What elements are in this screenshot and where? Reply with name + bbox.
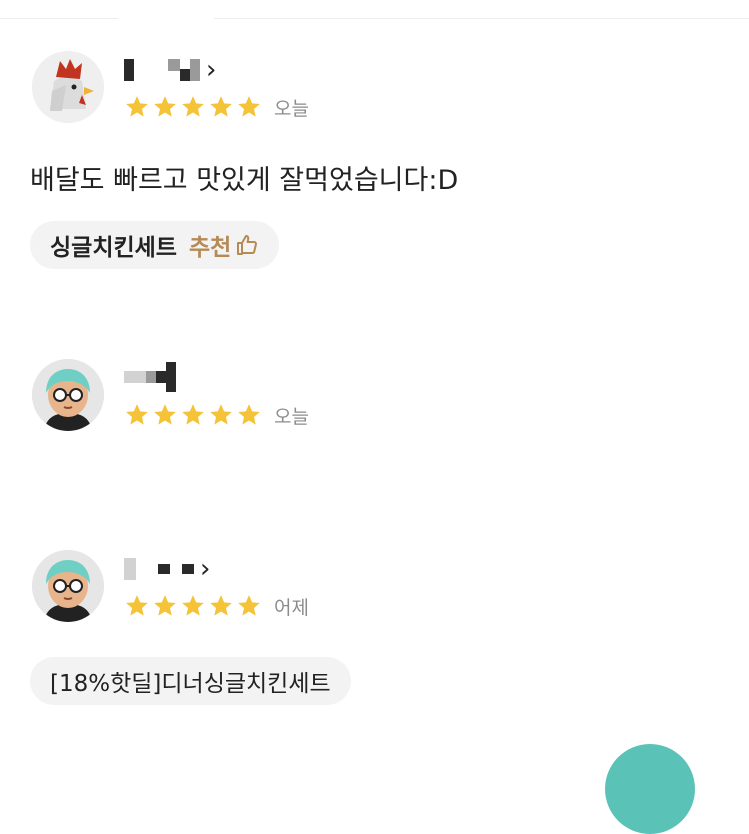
masked-name-block [124, 59, 134, 81]
masked-name-block [166, 362, 176, 392]
menu-name: 싱글치킨세트 [50, 235, 177, 261]
masked-name-block [168, 59, 180, 71]
masked-name-block [180, 69, 190, 81]
masked-name-block [146, 371, 156, 383]
chevron-right-icon: › [206, 55, 217, 85]
star-rating [124, 402, 262, 428]
review-text: 배달도 빠르고 맛있게 잘먹었습니다:D [30, 165, 459, 196]
star-icon [126, 404, 148, 425]
reviewer-name[interactable]: › [124, 554, 210, 584]
review-date: 어제 [274, 596, 309, 619]
star-icon [126, 96, 148, 117]
review-date: 오늘 [274, 405, 309, 428]
ordered-menu-chip[interactable]: 싱글치킨세트 추천 [30, 221, 280, 269]
reviewer-name[interactable] [124, 362, 176, 392]
top-divider [0, 18, 749, 19]
star-icon [210, 96, 232, 117]
review-meta: 어제 [124, 593, 309, 619]
star-rating [124, 94, 262, 120]
masked-name-block [124, 558, 136, 580]
star-icon [154, 404, 176, 425]
review-meta: 오늘 [124, 94, 309, 120]
star-icon [182, 96, 204, 117]
reviewer-name[interactable]: › [124, 55, 216, 85]
star-icon [154, 96, 176, 117]
star-rating [124, 593, 262, 619]
masked-name-block [158, 564, 170, 574]
thumbs-up-icon [237, 235, 258, 255]
star-icon [238, 96, 260, 117]
tab-indicator [118, 14, 214, 22]
star-icon [210, 595, 232, 616]
floating-action-button[interactable] [605, 744, 695, 834]
masked-name-block [182, 564, 194, 574]
star-icon [238, 404, 260, 425]
masked-name-block [124, 371, 146, 383]
chicken-avatar[interactable] [32, 51, 104, 123]
person-avatar[interactable] [32, 359, 104, 431]
star-icon [182, 404, 204, 425]
star-icon [154, 595, 176, 616]
review-meta: 오늘 [124, 402, 309, 428]
recommend-label: 추천 [188, 235, 232, 261]
star-icon [238, 595, 260, 616]
masked-name-block [156, 371, 166, 383]
star-icon [182, 595, 204, 616]
person-avatar[interactable] [32, 550, 104, 622]
ordered-menu-chip[interactable]: [18%핫딜]디너싱글치킨세트 [30, 657, 351, 705]
review-date: 오늘 [274, 97, 309, 120]
menu-name: [18%핫딜]디너싱글치킨세트 [50, 671, 331, 697]
chevron-right-icon: › [200, 554, 211, 584]
masked-name-block [190, 59, 200, 81]
star-icon [126, 595, 148, 616]
star-icon [210, 404, 232, 425]
